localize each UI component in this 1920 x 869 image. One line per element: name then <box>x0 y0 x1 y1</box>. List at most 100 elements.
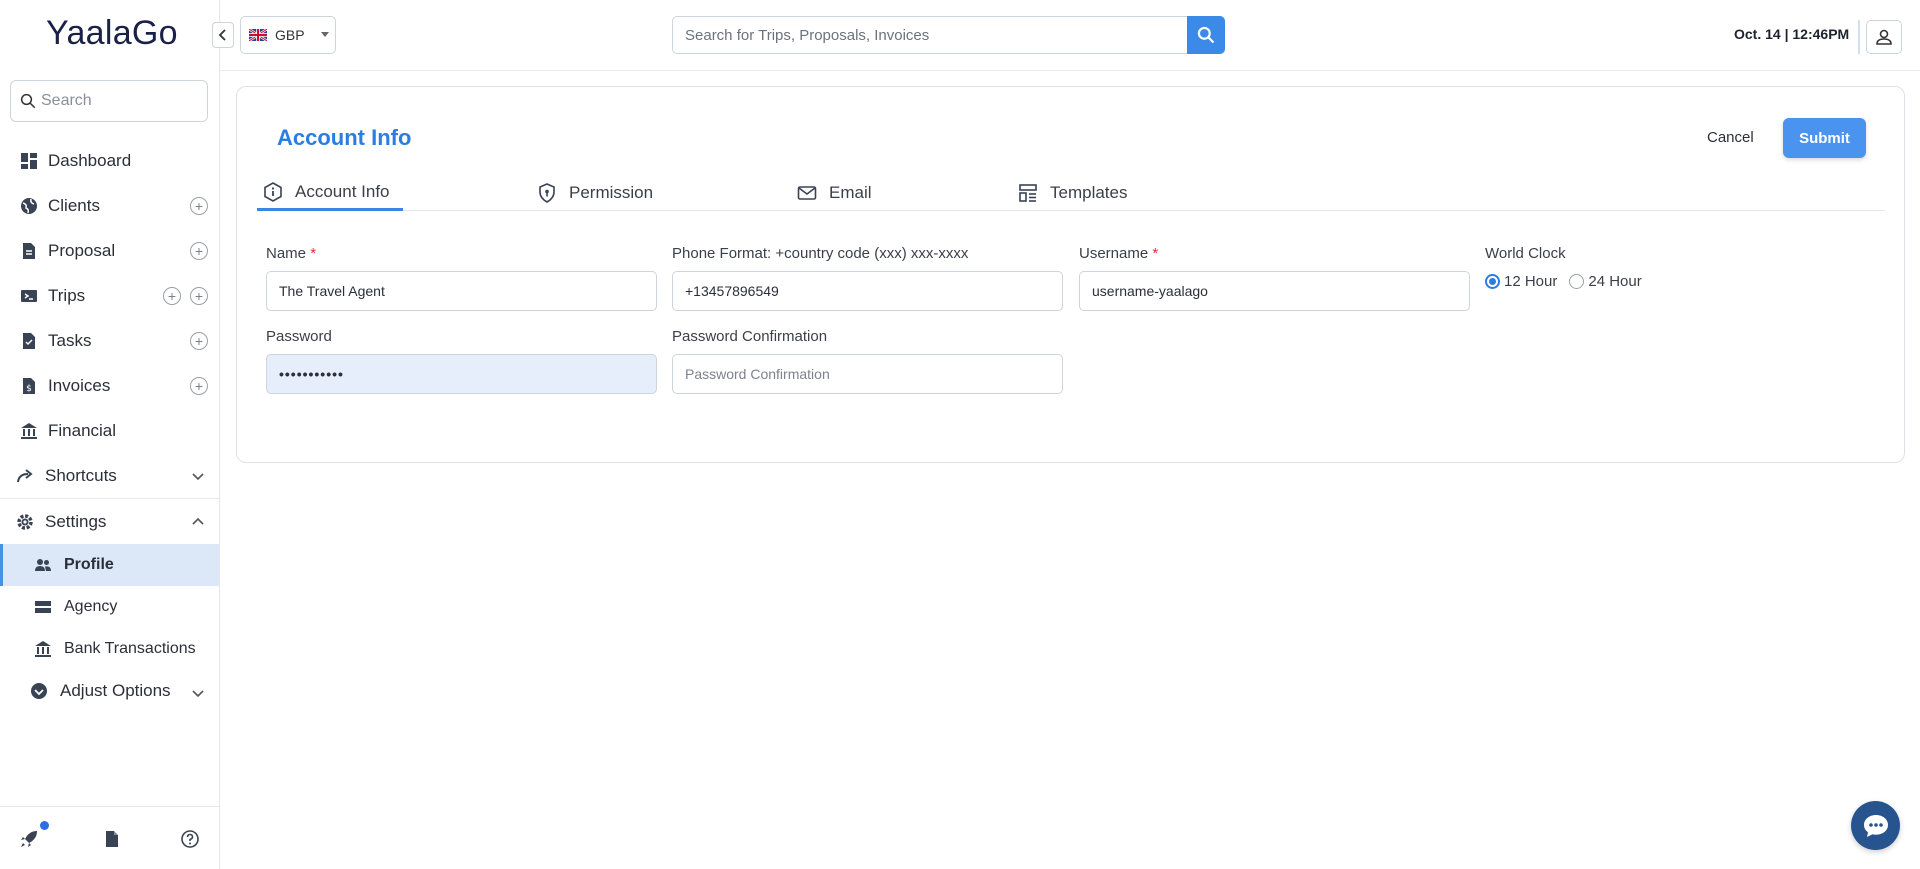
tab-permission[interactable]: Permission <box>537 175 653 211</box>
chevron-up-icon[interactable] <box>191 515 205 529</box>
sidebar-subitem-label: Profile <box>64 556 114 573</box>
sidebar-subitem-bank-transactions[interactable]: Bank Transactions <box>0 628 219 670</box>
sidebar-item-shortcuts[interactable]: Shortcuts <box>0 453 219 498</box>
search-icon <box>20 93 36 109</box>
tab-label: Account Info <box>295 181 390 201</box>
tab-templates[interactable]: Templates <box>1018 175 1127 211</box>
help-icon[interactable] <box>180 829 200 849</box>
chevron-left-icon <box>218 29 226 41</box>
notification-dot <box>40 821 49 830</box>
rocket-icon[interactable] <box>19 829 39 849</box>
name-field[interactable] <box>266 271 657 311</box>
globe-icon <box>21 198 37 214</box>
clock-24-label: 24 Hour <box>1588 273 1642 290</box>
password-label: Password <box>266 328 332 345</box>
page-title: Account Info <box>277 125 412 150</box>
add-invoice-icon[interactable]: + <box>190 377 208 395</box>
sidebar-subitem-agency[interactable]: Agency <box>0 586 219 628</box>
sidebar-item-label: Shortcuts <box>45 465 117 485</box>
tab-account-info[interactable]: Account Info <box>257 175 403 211</box>
password-field[interactable] <box>266 354 657 394</box>
world-clock-options: 12 Hour 24 Hour <box>1485 273 1654 290</box>
sidebar-item-dashboard[interactable]: Dashboard <box>0 138 219 183</box>
sidebar-item-label: Trips <box>48 285 86 305</box>
sidebar-subitem-label: Adjust Options <box>60 681 171 700</box>
sidebar-item-label: Financial <box>48 420 117 440</box>
sidebar-subitem-adjust-options[interactable]: Adjust Options <box>0 670 219 712</box>
username-field[interactable] <box>1079 271 1470 311</box>
sidebar-subitem-profile[interactable]: Profile <box>0 544 219 586</box>
tab-label: Templates <box>1050 183 1128 202</box>
phone-label: Phone Format: +country code (xxx) xxx-xx… <box>672 245 969 262</box>
tab-email[interactable]: Email <box>797 175 872 211</box>
search-button[interactable] <box>1187 16 1225 54</box>
username-label: Username * <box>1079 245 1159 262</box>
add-trip-alt-icon[interactable]: + <box>190 287 208 305</box>
search-icon <box>1197 26 1215 44</box>
sidebar-item-financial[interactable]: Financial <box>0 408 219 453</box>
account-card: Account Info Cancel Submit Account Info … <box>236 86 1905 463</box>
sidebar-item-clients[interactable]: Clients + <box>0 183 219 228</box>
sidebar-item-label: Dashboard <box>48 150 132 170</box>
tab-bar: Account Info Permission Email Templates <box>257 175 1885 211</box>
clock-12-label: 12 Hour <box>1504 273 1558 290</box>
password-confirm-field[interactable] <box>672 354 1063 394</box>
world-clock-label: World Clock <box>1485 245 1566 262</box>
check-circle-icon <box>31 683 47 699</box>
user-menu-button[interactable] <box>1866 20 1902 54</box>
add-task-icon[interactable]: + <box>190 332 208 350</box>
template-icon <box>1019 184 1037 202</box>
add-trip-icon[interactable]: + <box>163 287 181 305</box>
bank-icon <box>21 423 37 439</box>
add-client-icon[interactable]: + <box>190 197 208 215</box>
sidebar-search-input[interactable] <box>41 92 201 110</box>
clock-24-radio[interactable] <box>1569 274 1585 289</box>
global-search[interactable] <box>672 16 1225 54</box>
ticket-icon <box>21 290 37 302</box>
sidebar-item-label: Settings <box>45 511 107 531</box>
gear-icon <box>17 514 33 530</box>
submit-button[interactable]: Submit <box>1783 118 1866 158</box>
sidebar-item-proposal[interactable]: Proposal + <box>0 228 219 273</box>
tab-label: Email <box>829 183 872 202</box>
sidebar-search[interactable] <box>10 80 208 122</box>
sidebar-item-label: Invoices <box>48 375 111 395</box>
svg-text:$: $ <box>26 384 32 394</box>
collapse-sidebar-button[interactable] <box>212 22 234 48</box>
currency-selector[interactable]: GBP <box>240 16 336 54</box>
sidebar-subitem-label: Bank Transactions <box>64 640 196 657</box>
divider <box>1858 20 1860 54</box>
logo[interactable]: YaalaGo <box>46 14 178 53</box>
sidebar-item-label: Clients <box>48 195 100 215</box>
currency-label: GBP <box>275 27 305 43</box>
sidebar-footer <box>0 806 219 869</box>
document-icon <box>23 243 35 259</box>
chat-icon <box>1863 814 1888 837</box>
chevron-down-icon[interactable] <box>191 686 205 700</box>
uk-flag-icon <box>249 29 267 41</box>
dashboard-icon <box>21 153 37 169</box>
mail-icon <box>797 186 817 200</box>
chat-button[interactable] <box>1851 801 1900 850</box>
add-proposal-icon[interactable]: + <box>190 242 208 260</box>
info-icon <box>264 181 282 202</box>
caret-down-icon <box>321 32 329 37</box>
users-icon <box>35 559 51 571</box>
cancel-button[interactable]: Cancel <box>1707 129 1754 146</box>
sidebar-item-trips[interactable]: Trips + + <box>0 273 219 318</box>
sidebar-item-invoices[interactable]: $ Invoices + <box>0 363 219 408</box>
sidebar-item-settings[interactable]: Settings <box>0 499 219 544</box>
file-icon[interactable] <box>102 829 122 849</box>
bank-icon <box>35 641 51 657</box>
clock-12-radio[interactable] <box>1485 274 1500 289</box>
global-search-input[interactable] <box>673 17 1187 53</box>
phone-field[interactable] <box>672 271 1063 311</box>
invoice-icon: $ <box>23 378 35 394</box>
sidebar: YaalaGo Dashboard Clients + Proposal + T… <box>0 0 220 869</box>
sidebar-nav: Dashboard Clients + Proposal + Trips + +… <box>0 138 219 712</box>
sidebar-item-tasks[interactable]: Tasks + <box>0 318 219 363</box>
chevron-down-icon[interactable] <box>191 469 205 483</box>
shortcut-arrow-icon <box>17 469 33 483</box>
shield-icon <box>539 183 555 203</box>
user-icon <box>1876 29 1892 45</box>
